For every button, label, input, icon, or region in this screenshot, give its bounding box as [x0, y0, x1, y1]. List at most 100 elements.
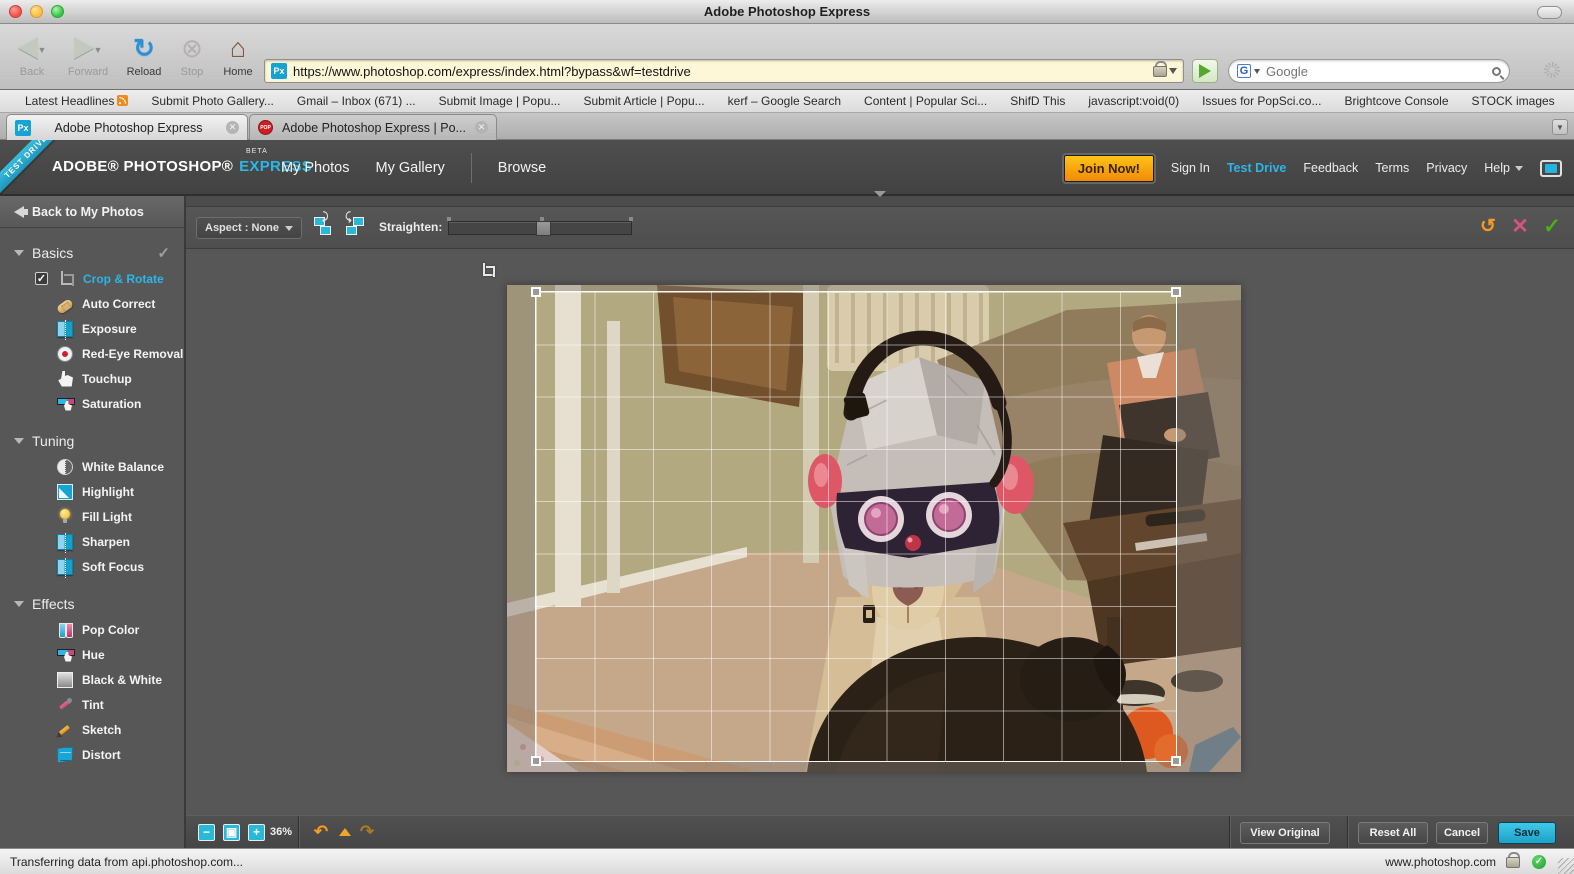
- black-white-icon: [57, 672, 73, 688]
- toolbar-toggle-pill[interactable]: [1537, 6, 1562, 19]
- cancel-crop-icon[interactable]: ✕: [1510, 217, 1530, 237]
- tool-red-eye-removal[interactable]: Red-Eye Removal: [0, 341, 184, 366]
- terms-link[interactable]: Terms: [1375, 161, 1409, 175]
- photo[interactable]: [507, 285, 1241, 772]
- url-dropdown-icon[interactable]: [1169, 68, 1177, 74]
- tool-distort[interactable]: Distort: [0, 742, 184, 767]
- engine-dropdown-icon[interactable]: [1254, 69, 1260, 74]
- rotate-right-button[interactable]: ⤸: [314, 217, 334, 237]
- fullscreen-icon[interactable]: [1540, 160, 1562, 177]
- aspect-dropdown[interactable]: Aspect : None: [196, 217, 302, 239]
- verified-icon[interactable]: ✓: [1532, 855, 1546, 869]
- tool-fill-light[interactable]: Fill Light: [0, 504, 184, 529]
- crop-cursor-icon: [480, 263, 494, 277]
- chevron-down-icon: [1515, 166, 1523, 171]
- reload-button[interactable]: ↻ Reload: [118, 30, 170, 78]
- straighten-slider[interactable]: [448, 221, 632, 235]
- crop-region[interactable]: [535, 291, 1177, 762]
- save-button[interactable]: Save: [1498, 822, 1556, 844]
- tool-soft-focus[interactable]: Soft Focus: [0, 554, 184, 579]
- crop-handle-bottom-left[interactable]: [531, 756, 541, 766]
- rotate-left-button[interactable]: ⤹: [346, 217, 366, 237]
- resize-grip[interactable]: [1558, 858, 1574, 874]
- bookmark-item[interactable]: kerf – Google Search: [728, 94, 841, 108]
- test-drive-link[interactable]: Test Drive: [1227, 161, 1287, 175]
- bookmark-item[interactable]: STOCK images: [1472, 94, 1555, 108]
- search-icon[interactable]: [1492, 67, 1501, 76]
- google-engine-icon[interactable]: G: [1237, 64, 1251, 78]
- feedback-link[interactable]: Feedback: [1303, 161, 1358, 175]
- crop-handle-bottom-right[interactable]: [1171, 756, 1181, 766]
- tab-photoshop-express-popsci[interactable]: POP Adobe Photoshop Express | Po... ✕: [249, 114, 497, 140]
- search-box[interactable]: G: [1228, 59, 1510, 83]
- apply-crop-icon[interactable]: ✓: [1542, 217, 1562, 237]
- zoom-in-button[interactable]: +: [248, 824, 265, 841]
- bookmark-item[interactable]: Submit Photo Gallery...: [151, 94, 274, 108]
- back-arrow-icon: [14, 206, 24, 218]
- history-expander-icon[interactable]: [339, 828, 351, 836]
- sharpen-icon: [57, 534, 73, 550]
- tool-sketch[interactable]: Sketch: [0, 717, 184, 742]
- image-canvas[interactable]: [186, 249, 1574, 815]
- search-input[interactable]: [1266, 64, 1492, 79]
- tool-highlight[interactable]: Highlight: [0, 479, 184, 504]
- tool-black-white[interactable]: Black & White: [0, 667, 184, 692]
- crop-handle-top-left[interactable]: [531, 287, 541, 297]
- tab-photoshop-express[interactable]: Px Adobe Photoshop Express ✕: [6, 114, 248, 140]
- home-button[interactable]: ⌂ Home: [212, 30, 264, 78]
- bulb-icon: [57, 509, 73, 525]
- tool-tint[interactable]: Tint: [0, 692, 184, 717]
- nav-my-photos[interactable]: My Photos: [281, 160, 350, 176]
- tool-exposure[interactable]: Exposure: [0, 316, 184, 341]
- cancel-button[interactable]: Cancel: [1436, 822, 1488, 844]
- url-input[interactable]: [293, 64, 1153, 79]
- tool-crop-rotate[interactable]: ✓ Crop & Rotate: [0, 266, 184, 291]
- bookmark-item[interactable]: javascript:void(0): [1088, 94, 1179, 108]
- view-original-button[interactable]: View Original: [1240, 822, 1330, 844]
- go-button[interactable]: [1192, 59, 1218, 83]
- tool-saturation[interactable]: Saturation: [0, 391, 184, 416]
- section-basics[interactable]: Basics ✓: [0, 239, 184, 266]
- tool-white-balance[interactable]: White Balance: [0, 454, 184, 479]
- crop-checkbox[interactable]: ✓: [35, 272, 48, 285]
- url-bar[interactable]: Px: [264, 59, 1184, 83]
- bookmark-item[interactable]: ShifD This: [1010, 94, 1065, 108]
- bookmark-item[interactable]: Gmail – Inbox (671) ...: [297, 94, 416, 108]
- zoom-fit-button[interactable]: ▣: [223, 824, 240, 841]
- nav-browse[interactable]: Browse: [498, 160, 546, 176]
- close-tab-icon[interactable]: ✕: [475, 121, 488, 134]
- reset-all-button[interactable]: Reset All: [1358, 822, 1428, 844]
- bookmark-item[interactable]: Issues for PopSci.co...: [1202, 94, 1321, 108]
- undo-icon[interactable]: ↺: [1478, 217, 1498, 237]
- tool-touchup[interactable]: Touchup: [0, 366, 184, 391]
- tab-list-dropdown-icon[interactable]: ▼: [1552, 119, 1568, 135]
- sign-in-link[interactable]: Sign In: [1171, 161, 1210, 175]
- straighten-slider-handle[interactable]: [536, 221, 551, 236]
- bookmark-latest-headlines[interactable]: Latest Headlines: [25, 94, 128, 108]
- help-menu[interactable]: Help: [1484, 161, 1523, 175]
- section-tuning[interactable]: Tuning: [0, 427, 184, 454]
- back-button[interactable]: ▼ Back: [6, 30, 58, 78]
- section-effects[interactable]: Effects: [0, 590, 184, 617]
- bookmark-item[interactable]: Submit Article | Popu...: [583, 94, 704, 108]
- stop-button[interactable]: ⊗ Stop: [166, 30, 218, 78]
- tool-auto-correct[interactable]: Auto Correct: [0, 291, 184, 316]
- history-undo-icon[interactable]: ↶: [310, 822, 332, 842]
- forward-button[interactable]: ▼ Forward: [62, 30, 114, 78]
- tool-hue[interactable]: Hue: [0, 642, 184, 667]
- bookmark-item[interactable]: Content | Popular Sci...: [864, 94, 987, 108]
- close-tab-icon[interactable]: ✕: [226, 121, 239, 134]
- history-redo-icon[interactable]: ↷: [356, 822, 378, 842]
- zoom-out-button[interactable]: −: [198, 824, 215, 841]
- crop-handle-top-right[interactable]: [1171, 287, 1181, 297]
- tool-pop-color[interactable]: Pop Color: [0, 617, 184, 642]
- red-eye-icon: [57, 346, 73, 362]
- tool-sharpen[interactable]: Sharpen: [0, 529, 184, 554]
- privacy-link[interactable]: Privacy: [1426, 161, 1467, 175]
- join-now-button[interactable]: Join Now!: [1064, 155, 1154, 182]
- status-lock-icon[interactable]: [1506, 857, 1518, 867]
- bookmark-item[interactable]: Submit Image | Popu...: [439, 94, 561, 108]
- back-to-my-photos[interactable]: Back to My Photos: [0, 196, 184, 228]
- bookmark-item[interactable]: Brightcove Console: [1344, 94, 1448, 108]
- nav-my-gallery[interactable]: My Gallery: [376, 160, 445, 176]
